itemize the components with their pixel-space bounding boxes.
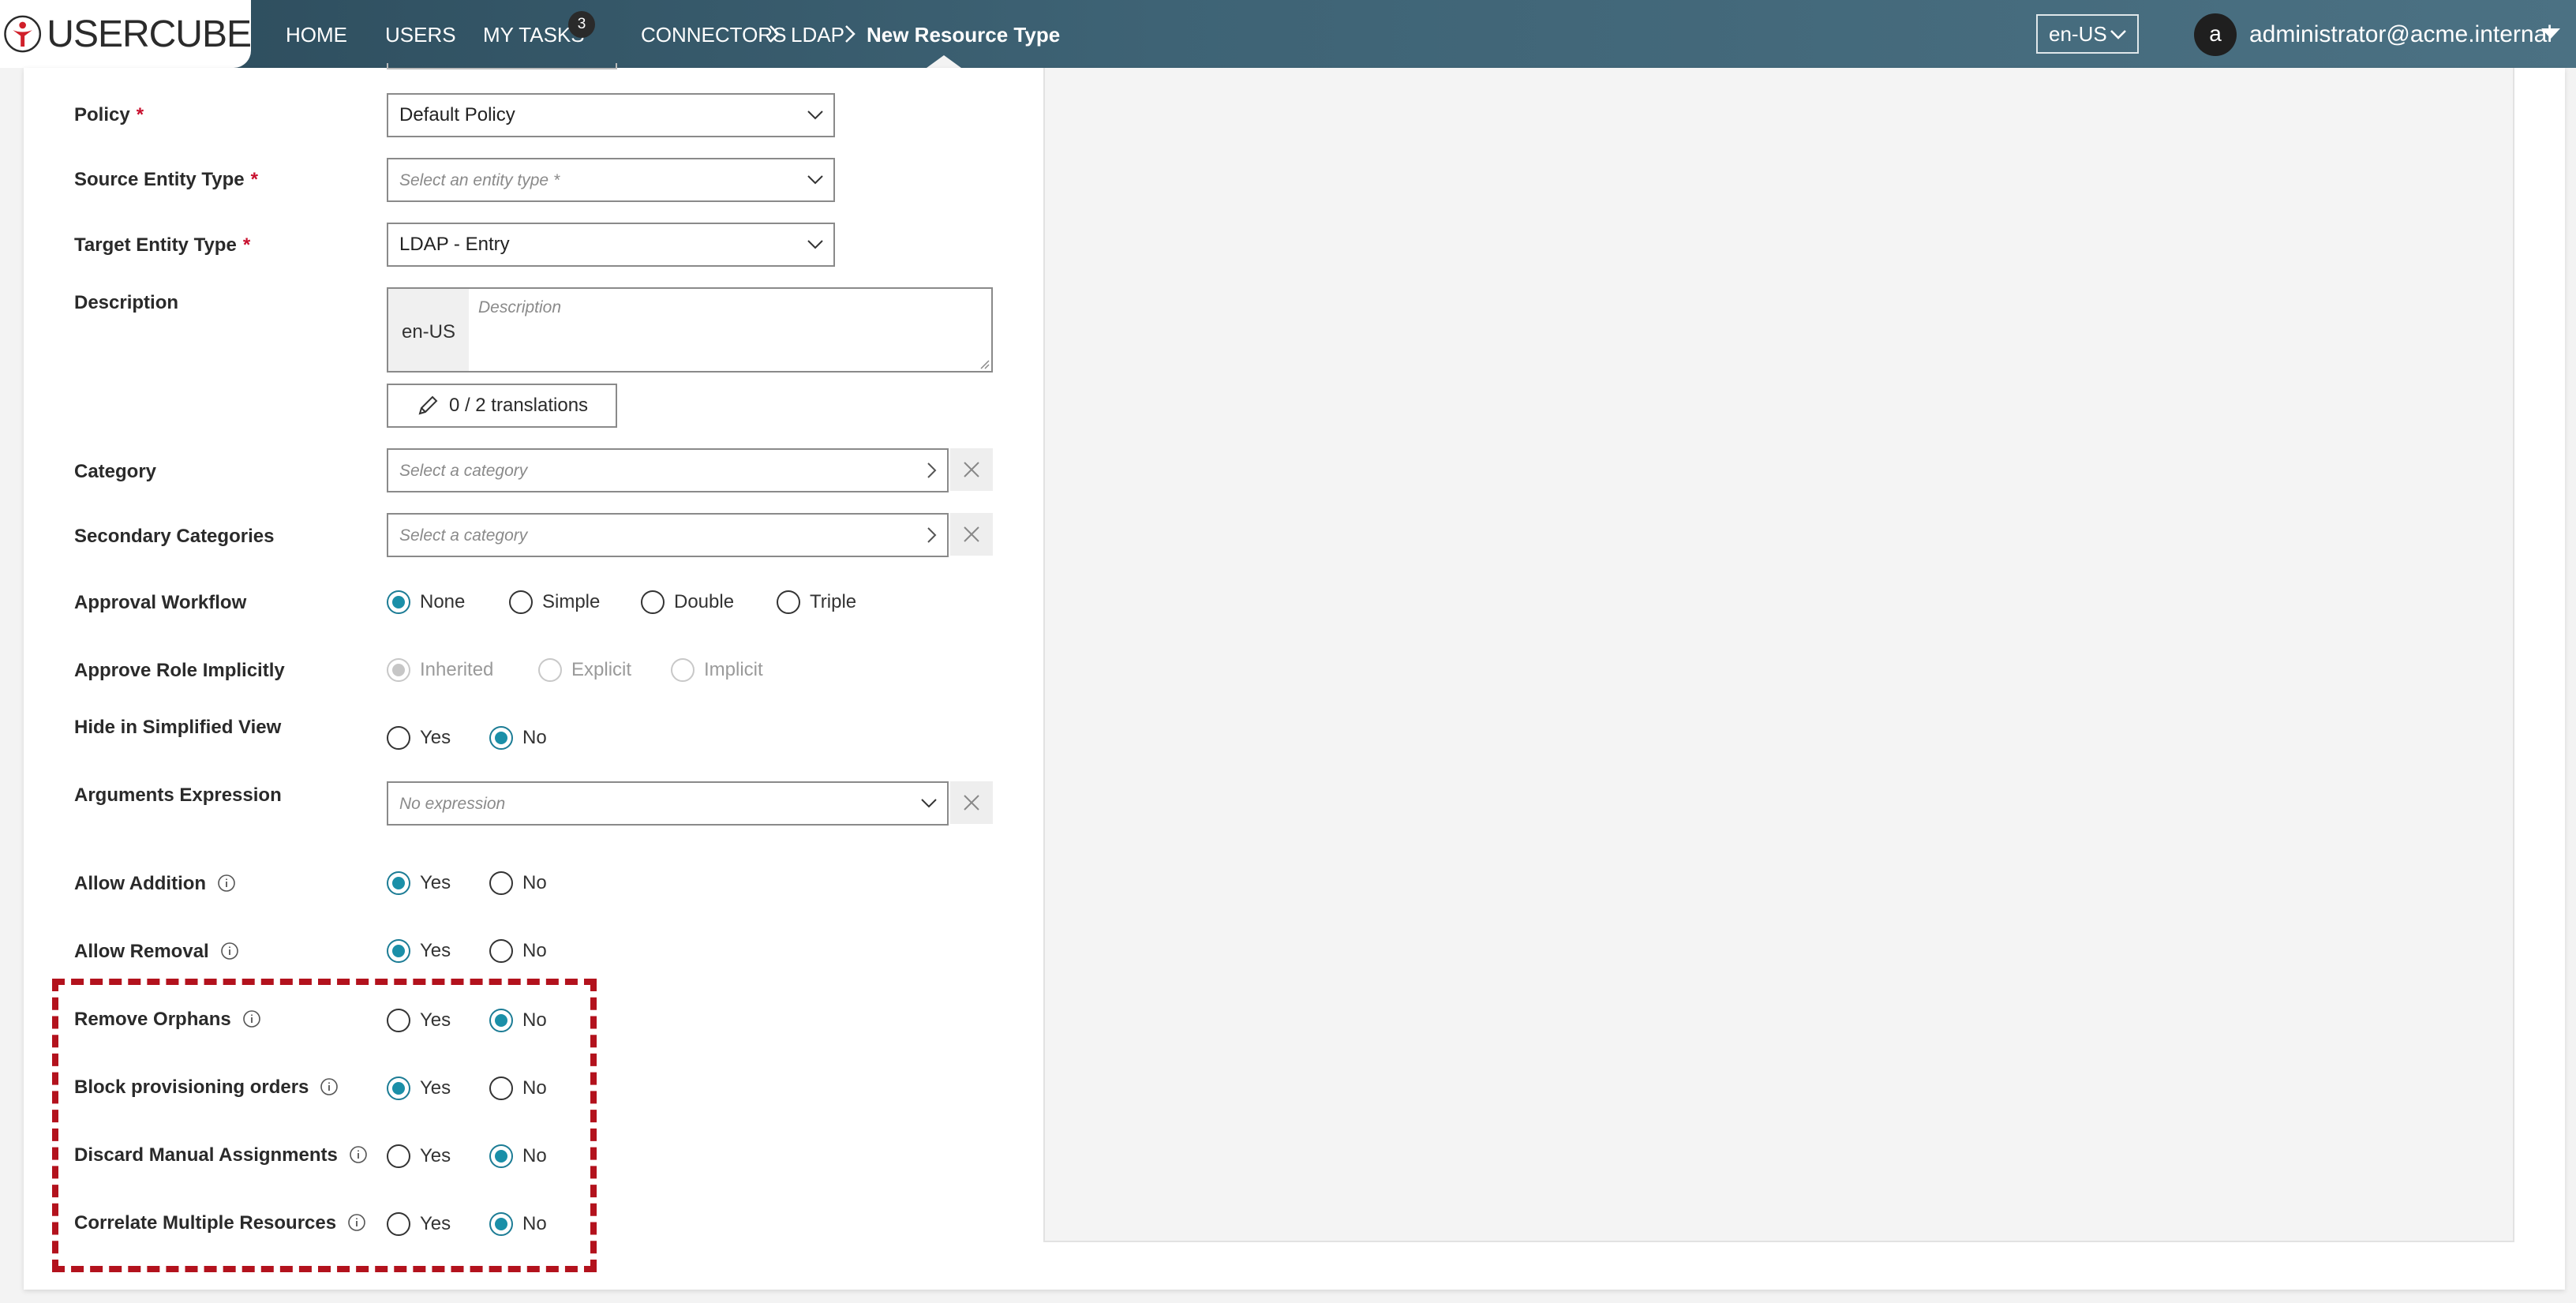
approval-workflow-double-radio[interactable]: Double — [641, 590, 734, 614]
translations-count: 0 / 2 translations — [448, 395, 589, 416]
chevron-down-icon — [2110, 30, 2126, 39]
description-textarea[interactable]: en-US Description — [387, 287, 993, 373]
chevron-down-icon — [807, 240, 823, 249]
description-language-tag: en-US — [388, 289, 469, 371]
category-clear-button[interactable] — [950, 448, 993, 491]
target-entity-type-label: Target Entity Type * — [74, 234, 251, 256]
approval-workflow-simple-radio[interactable]: Simple — [509, 590, 600, 614]
arguments-expression-clear-button[interactable] — [950, 781, 993, 824]
secondary-categories-label: Secondary Categories — [74, 526, 275, 547]
user-menu-name[interactable]: administrator@acme.internal — [2249, 0, 2552, 68]
user-avatar[interactable]: a — [2194, 13, 2237, 56]
allow-addition-label: Allow Addition — [74, 873, 236, 895]
breadcrumb-chevron-icon — [769, 25, 780, 43]
usercube-logo[interactable]: USERCUBE — [0, 0, 252, 68]
approve-role-implicit-radio: Implicit — [671, 658, 763, 682]
chevron-right-icon — [927, 462, 937, 478]
language-select[interactable]: en-US — [2036, 14, 2139, 54]
hide-simplified-yes-radio[interactable]: Yes — [387, 726, 451, 750]
arguments-expression-label: Arguments Expression — [74, 784, 282, 806]
info-icon[interactable] — [220, 942, 239, 960]
breadcrumb-chevron-icon — [845, 25, 856, 43]
nav-users[interactable]: USERS — [385, 0, 456, 68]
active-page-indicator — [927, 55, 961, 68]
breadcrumb-current-page: New Resource Type — [867, 23, 1061, 47]
allow-addition-no-radio[interactable]: No — [489, 871, 547, 895]
hide-in-simplified-view-label: Hide in Simplified View — [74, 717, 282, 738]
secondary-categories-placeholder: Select a category — [399, 526, 528, 545]
chevron-down-icon — [807, 175, 823, 185]
policy-select-value: Default Policy — [399, 104, 515, 125]
secondary-categories-clear-button[interactable] — [950, 513, 993, 556]
allow-removal-label: Allow Removal — [74, 941, 239, 963]
approval-workflow-triple-radio[interactable]: Triple — [777, 590, 856, 614]
close-icon — [964, 526, 979, 542]
usercube-logo-icon — [4, 15, 42, 53]
close-icon — [964, 462, 979, 477]
target-entity-type-value: LDAP - Entry — [399, 234, 510, 255]
approve-role-explicit-radio: Explicit — [538, 658, 631, 682]
scrolled-field-edge — [387, 63, 617, 69]
chevron-down-icon — [807, 110, 823, 120]
description-placeholder: Description — [478, 298, 562, 316]
resize-handle-icon[interactable] — [979, 358, 990, 369]
allow-removal-no-radio[interactable]: No — [489, 939, 547, 963]
pencil-icon — [418, 395, 438, 415]
secondary-categories-picker[interactable]: Select a category — [387, 513, 949, 557]
description-label: Description — [74, 292, 179, 313]
breadcrumb-ldap[interactable]: LDAP — [791, 0, 844, 68]
source-entity-type-select[interactable]: Select an entity type * — [387, 158, 835, 202]
arguments-expression-placeholder: No expression — [399, 795, 506, 813]
approval-workflow-none-radio[interactable]: None — [387, 590, 465, 614]
category-picker[interactable]: Select a category — [387, 448, 949, 492]
hide-simplified-no-radio[interactable]: No — [489, 726, 547, 750]
approve-role-inherited-radio: Inherited — [387, 658, 493, 682]
source-entity-type-label: Source Entity Type * — [74, 169, 258, 190]
allow-addition-yes-radio[interactable]: Yes — [387, 871, 451, 895]
logo-text: USERCUBE — [47, 13, 252, 55]
approve-role-implicitly-label: Approve Role Implicitly — [74, 660, 285, 681]
language-select-value: en-US — [2049, 22, 2107, 46]
nav-home[interactable]: HOME — [286, 0, 347, 68]
my-tasks-count-badge: 3 — [568, 11, 595, 38]
nav-my-tasks[interactable]: MY TASKS — [483, 0, 585, 68]
close-icon — [964, 795, 979, 811]
user-menu-caret-icon[interactable] — [2541, 28, 2560, 39]
target-entity-type-select[interactable]: LDAP - Entry — [387, 223, 835, 267]
highlight-annotation-box — [52, 979, 597, 1272]
category-placeholder: Select a category — [399, 462, 528, 480]
chevron-right-icon — [927, 527, 937, 543]
allow-removal-yes-radio[interactable]: Yes — [387, 939, 451, 963]
policy-select[interactable]: Default Policy — [387, 93, 835, 137]
category-label: Category — [74, 461, 157, 482]
preview-panel — [1043, 68, 2514, 1242]
translations-button[interactable]: 0 / 2 translations — [387, 384, 617, 428]
info-icon[interactable] — [217, 874, 236, 893]
arguments-expression-select[interactable]: No expression — [387, 781, 949, 826]
top-navigation-bar: USERCUBE HOME USERS MY TASKS 3 CONNECTOR… — [0, 0, 2576, 68]
chevron-down-icon — [921, 799, 937, 808]
policy-label: Policy * — [74, 104, 144, 125]
source-entity-type-placeholder: Select an entity type * — [399, 171, 560, 189]
approval-workflow-label: Approval Workflow — [74, 592, 247, 613]
